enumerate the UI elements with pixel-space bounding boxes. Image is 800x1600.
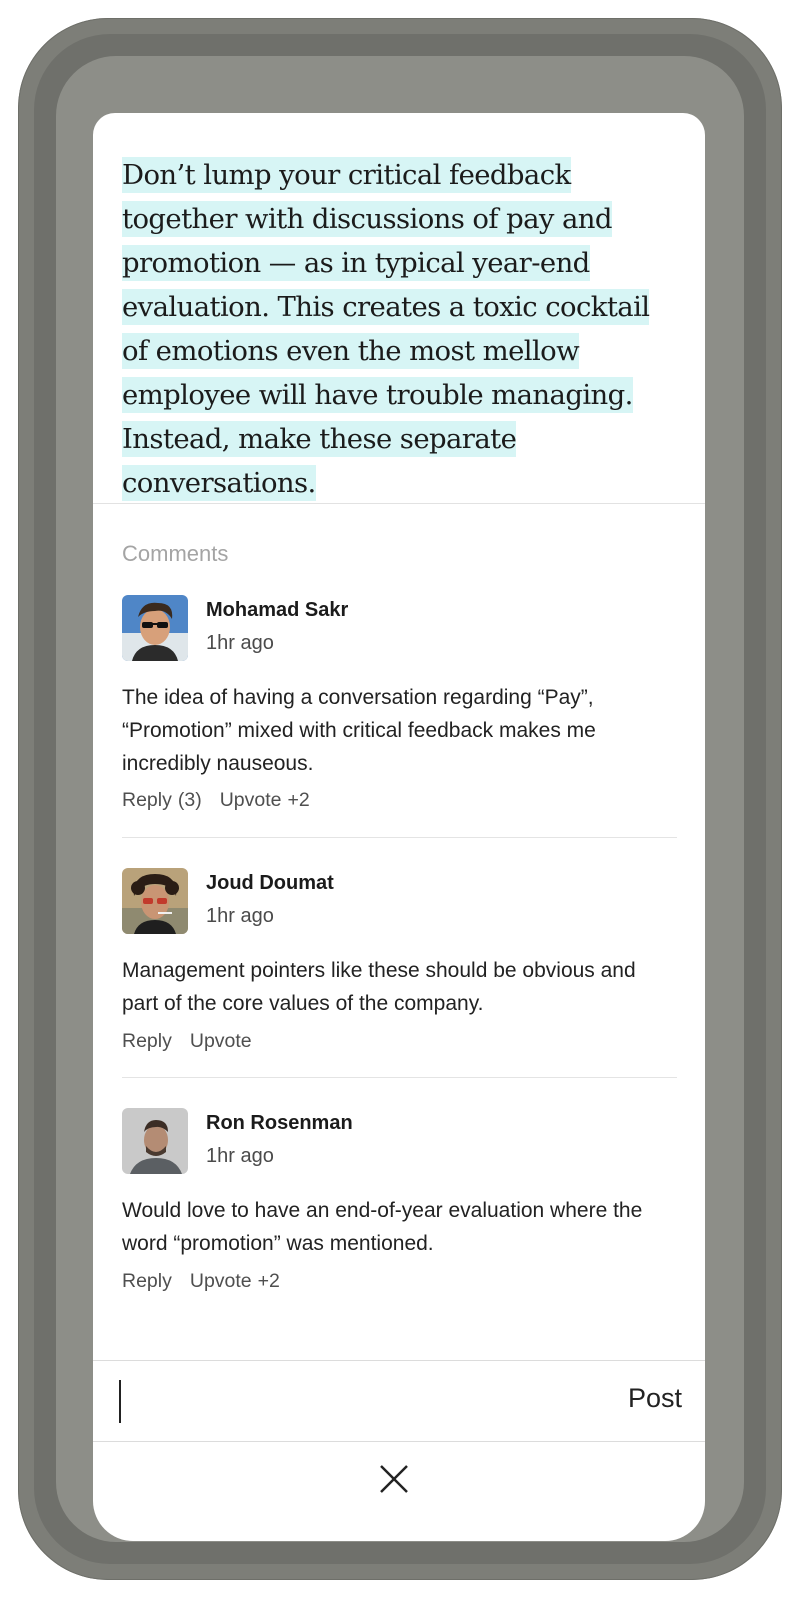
upvote-count: +2 bbox=[257, 1270, 280, 1292]
comment-author[interactable]: Mohamad Sakr bbox=[206, 599, 348, 622]
comment-text: The idea of having a conversation regard… bbox=[122, 686, 596, 775]
comment-divider bbox=[122, 1077, 677, 1078]
reply-button[interactable]: Reply bbox=[122, 1030, 172, 1053]
comment-actions: Reply Upvote bbox=[122, 1030, 252, 1053]
upvote-label: Upvote bbox=[219, 789, 282, 811]
comment-actions: Reply Upvote +2 bbox=[122, 1270, 280, 1293]
close-button[interactable] bbox=[376, 1461, 412, 1497]
avatar[interactable] bbox=[122, 868, 188, 934]
comment-text: Would love to have an end-of-year evalua… bbox=[122, 1199, 643, 1255]
reply-button[interactable]: Reply bbox=[122, 1270, 172, 1293]
highlighted-quote: Don’t lump your critical feedback togeth… bbox=[122, 153, 682, 505]
avatar[interactable] bbox=[122, 595, 188, 661]
avatar-image bbox=[122, 1108, 188, 1174]
comment-actions: Reply (3) Upvote +2 bbox=[122, 789, 310, 812]
comment-author[interactable]: Joud Doumat bbox=[206, 872, 334, 895]
comments-sheet: Don’t lump your critical feedback togeth… bbox=[93, 113, 705, 1541]
upvote-button[interactable]: Upvote +2 bbox=[220, 789, 310, 812]
avatar-image bbox=[122, 868, 188, 934]
divider bbox=[93, 503, 705, 504]
comment-time: 1hr ago bbox=[206, 632, 274, 654]
comment-author[interactable]: Ron Rosenman bbox=[206, 1112, 353, 1135]
close-icon bbox=[380, 1465, 408, 1493]
comment-time: 1hr ago bbox=[206, 905, 274, 927]
reply-count: (3) bbox=[177, 789, 202, 811]
comments-heading: Comments bbox=[122, 541, 229, 566]
comment-time: 1hr ago bbox=[206, 1145, 274, 1167]
text-cursor bbox=[119, 1380, 121, 1423]
avatar[interactable] bbox=[122, 1108, 188, 1174]
upvote-button[interactable]: Upvote bbox=[190, 1030, 252, 1053]
reply-label: Reply bbox=[122, 789, 172, 811]
post-button[interactable]: Post bbox=[628, 1383, 682, 1414]
avatar-image bbox=[122, 595, 188, 661]
comment-composer[interactable]: Post bbox=[93, 1360, 705, 1442]
upvote-button[interactable]: Upvote +2 bbox=[190, 1270, 280, 1293]
comment-text: Management pointers like these should be… bbox=[122, 959, 636, 1015]
upvote-count: +2 bbox=[287, 789, 310, 811]
upvote-label: Upvote bbox=[189, 1270, 252, 1292]
reply-button[interactable]: Reply (3) bbox=[122, 789, 202, 812]
comment-divider bbox=[122, 837, 677, 838]
quote-highlight[interactable]: Don’t lump your critical feedback togeth… bbox=[122, 157, 650, 501]
